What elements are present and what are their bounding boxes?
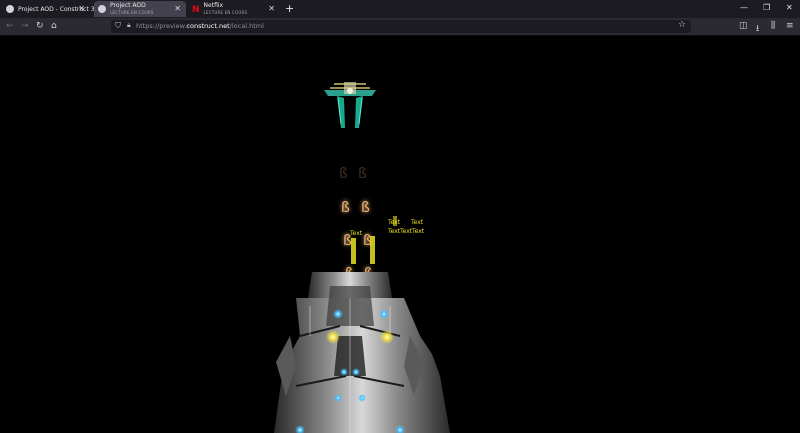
tab-title: Project AOD xyxy=(110,2,146,9)
bookmark-star-icon[interactable]: ☆ xyxy=(678,20,686,30)
new-tab-button[interactable]: + xyxy=(285,2,294,15)
construct-favicon-icon xyxy=(98,5,106,13)
game-canvas[interactable]: ß ß ß ß ß ß ß ß Text Text Text Text Text… xyxy=(0,36,800,433)
reload-icon[interactable]: ↻ xyxy=(36,21,44,31)
boss-mech-sprite xyxy=(274,272,450,433)
tab-subtitle: LECTURE EN COURS xyxy=(203,10,248,15)
svg-text:ß: ß xyxy=(341,200,350,216)
tab-project-aod[interactable]: Project AOD LECTURE EN COURS ✕ xyxy=(94,1,186,17)
debug-text-label: Text xyxy=(410,219,424,226)
tab-title: Netflix xyxy=(203,2,224,9)
downloads-icon[interactable]: ⭳ xyxy=(756,21,759,37)
debug-text-label: Text xyxy=(411,228,425,235)
lock-icon: 🔒︎ xyxy=(127,21,131,29)
tab-subtitle: LECTURE EN COURS xyxy=(110,10,154,15)
close-tab-icon[interactable]: ✕ xyxy=(174,4,181,13)
debug-text-label: Text xyxy=(387,219,401,226)
svg-text:ß: ß xyxy=(361,200,370,216)
address-bar[interactable]: ⛉ 🔒︎ https://preview.construct.net/local… xyxy=(111,20,691,33)
navigation-toolbar: ← → ↻ ⌂ ⛉ 🔒︎ https://preview.construct.n… xyxy=(0,18,800,36)
shield-icon: ⛉ xyxy=(115,21,121,30)
forward-icon[interactable]: → xyxy=(21,21,29,31)
close-window-button[interactable]: ✕ xyxy=(786,3,793,12)
construct-favicon-icon xyxy=(6,5,14,13)
tab-bar: Project AOD - Construct 3 ✕ Project AOD … xyxy=(0,0,800,18)
menu-icon[interactable]: ≡ xyxy=(786,21,794,31)
debug-text-label: Text xyxy=(387,228,401,235)
tab-construct[interactable]: Project AOD - Construct 3 ✕ xyxy=(2,1,95,17)
url-text[interactable]: https://preview.construct.net/local.html xyxy=(136,22,264,30)
close-tab-icon[interactable]: ✕ xyxy=(78,4,85,13)
home-icon[interactable]: ⌂ xyxy=(51,21,57,31)
enemy-ship-sprite xyxy=(324,82,376,128)
library-icon[interactable]: ⫼ xyxy=(771,21,775,31)
debug-text-label: Text xyxy=(349,230,363,237)
svg-text:ß: ß xyxy=(358,166,367,182)
restore-button[interactable]: ❐ xyxy=(763,3,770,12)
pocket-icon[interactable]: ◫ xyxy=(739,21,748,31)
debug-text-label: Text xyxy=(399,228,413,235)
minimize-button[interactable]: — xyxy=(740,3,748,12)
netflix-favicon-icon: N xyxy=(192,5,200,15)
svg-text:ß: ß xyxy=(339,166,348,182)
tab-netflix[interactable]: N Netflix LECTURE EN COURS ✕ xyxy=(188,1,280,17)
back-icon[interactable]: ← xyxy=(6,21,14,31)
close-tab-icon[interactable]: ✕ xyxy=(268,4,275,13)
